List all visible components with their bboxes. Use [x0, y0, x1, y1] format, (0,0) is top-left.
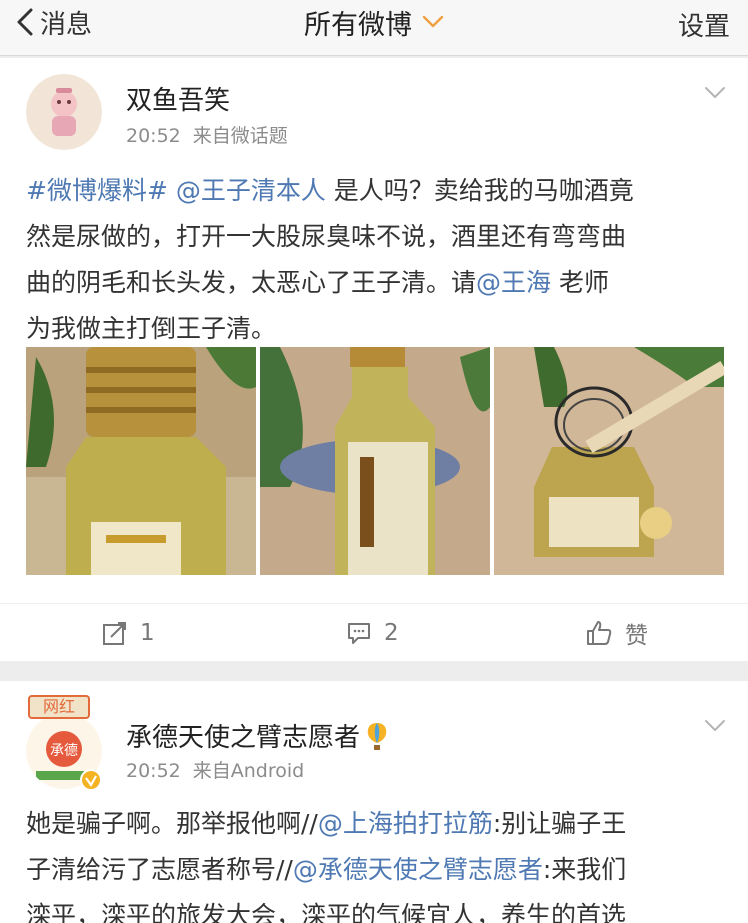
- post-card: 承德 网红 承德天使之臂志愿者 20:52 来自Android 她是骗子啊。那举报…: [0, 681, 748, 923]
- page-title: 所有微博: [304, 9, 412, 41]
- post-text-line: #微博爆料# @王子清本人 是人吗？卖给我的马咖酒竟: [26, 168, 726, 214]
- repost-icon: [103, 622, 126, 645]
- settings-button[interactable]: 设置: [678, 4, 730, 44]
- top-nav-bar: 消息 所有微博 设置: [0, 0, 748, 56]
- post-time: 20:52: [126, 125, 181, 147]
- mention-link[interactable]: @承德天使之臂志愿者: [293, 855, 543, 884]
- avatar-text: 承德: [50, 743, 78, 759]
- post-text-line: 她是骗子啊。那举报他啊//@上海拍打拉筋:别让骗子王: [26, 801, 726, 847]
- username[interactable]: 双鱼吾笑: [126, 80, 230, 117]
- post-photo-2[interactable]: [260, 347, 490, 575]
- post-action-bar: 1 2 赞: [0, 603, 748, 661]
- mention-link[interactable]: @上海拍打拉筋: [318, 809, 493, 838]
- post-meta: 20:52 来自微话题: [126, 121, 288, 148]
- avatar[interactable]: [26, 74, 102, 150]
- dropdown-chevron-icon: [422, 15, 444, 28]
- post-text-segment: 然是尿做的，打开一大股尿臭味不说，酒里还有弯弯曲: [26, 222, 627, 251]
- net-celebrity-badge: 网红: [28, 695, 90, 719]
- like-label: 赞: [625, 623, 648, 649]
- post-text-line: 曲的阴毛和长头发，太恶心了王子清。请@王海 老师: [26, 260, 726, 306]
- post-text-segment: 滦平，滦平的旅发大会，滦平的气候宜人，养生的首选: [26, 901, 627, 923]
- post-text: 她是骗子啊。那举报他啊//@上海拍打拉筋:别让骗子王 子清给污了志愿者称号//@承…: [26, 801, 726, 923]
- post-photo-1[interactable]: [26, 347, 256, 575]
- post-text-line: 滦平，滦平的旅发大会，滦平的气候宜人，养生的首选: [26, 893, 726, 923]
- post-text-segment: 曲的阴毛和长头发，太恶心了王子清。请: [26, 268, 477, 297]
- post-text-segment: 是人吗？卖给我的马咖酒竟: [325, 176, 634, 205]
- post-text-line: 然是尿做的，打开一大股尿臭味不说，酒里还有弯弯曲: [26, 214, 726, 260]
- post-text-segment: :别让骗子王: [492, 809, 627, 838]
- post-text-segment: 子清给污了志愿者称号//: [26, 855, 293, 884]
- mention-link[interactable]: @王海: [476, 268, 551, 297]
- post-text-line: 子清给污了志愿者称号//@承德天使之臂志愿者:来我们: [26, 847, 726, 893]
- like-button[interactable]: 赞: [585, 604, 648, 662]
- post-source: 来自Android: [192, 760, 305, 782]
- post-source: 来自微话题: [192, 125, 288, 147]
- post-text-segment: 为我做主打倒王子清。: [26, 314, 277, 343]
- post-text: #微博爆料# @王子清本人 是人吗？卖给我的马咖酒竟然是尿做的，打开一大股尿臭味…: [26, 168, 726, 352]
- like-icon: [587, 621, 612, 645]
- username-row[interactable]: 承德天使之臂志愿者: [126, 717, 388, 754]
- hot-air-balloon-icon: [367, 722, 387, 750]
- mention-link[interactable]: #微博爆料# @王子清本人: [26, 176, 326, 205]
- repost-button[interactable]: 1: [102, 604, 155, 662]
- comment-icon: [348, 623, 370, 644]
- verified-v-icon: [80, 769, 102, 791]
- feed-filter-dropdown[interactable]: 所有微博: [0, 0, 748, 44]
- post-card: 双鱼吾笑 20:52 来自微话题 #微博爆料# @王子清本人 是人吗？卖给我的马咖…: [0, 58, 748, 661]
- post-text-segment: 她是骗子啊。那举报他啊//: [26, 809, 318, 838]
- username[interactable]: 承德天使之臂志愿者: [126, 717, 360, 754]
- post-text-segment: 老师: [551, 268, 609, 297]
- post-photo-3[interactable]: [494, 347, 724, 575]
- post-text-line: 为我做主打倒王子清。: [26, 306, 726, 352]
- post-meta: 20:52 来自Android: [126, 756, 304, 783]
- comment-button[interactable]: 2: [346, 604, 399, 662]
- comment-count: 2: [384, 620, 399, 646]
- expand-chevron-icon[interactable]: [704, 86, 726, 100]
- expand-chevron-icon[interactable]: [704, 719, 726, 733]
- post-text-segment: :来我们: [542, 855, 627, 884]
- post-time: 20:52: [126, 760, 181, 782]
- repost-count: 1: [140, 620, 155, 646]
